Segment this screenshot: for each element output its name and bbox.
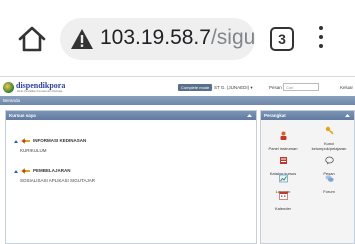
message-icon bbox=[324, 156, 334, 165]
calendar-icon bbox=[278, 191, 288, 200]
expand-triangle-icon[interactable] bbox=[14, 169, 18, 173]
complete-mode-button[interactable]: Complete mode bbox=[178, 84, 213, 91]
course-link-sosialisasi[interactable]: SOSIALISASI APLIKASI SIGUTAJAR bbox=[20, 177, 95, 184]
breadcrumb-home[interactable]: Beranda bbox=[3, 97, 20, 104]
collapse-block-icon[interactable] bbox=[246, 112, 253, 119]
tab-count: 3 bbox=[278, 31, 286, 47]
forum-icon bbox=[325, 175, 334, 182]
tool-label[interactable]: Kunci kelompok/pelajaran bbox=[309, 141, 349, 151]
category-informasi-kedinasan[interactable]: INFORMASI KEDINASAN bbox=[14, 137, 86, 145]
tool-forum[interactable]: Forum bbox=[309, 171, 349, 194]
category-icon bbox=[21, 138, 30, 144]
course-link-kurikulum[interactable]: KURIKULUM bbox=[20, 147, 47, 154]
my-courses-header: Kursus saya bbox=[6, 111, 256, 120]
user-menu[interactable]: ST G. (JUNAEDI) ▾ bbox=[214, 84, 253, 91]
search-input[interactable]: Cari bbox=[283, 83, 319, 91]
collapse-block-icon[interactable] bbox=[344, 112, 351, 119]
navigation-bar: Beranda bbox=[0, 96, 355, 105]
site-logo-subtitle: Dinas Pendidikan Pemuda dan Olahraga bbox=[17, 90, 63, 93]
category-pembelajaran[interactable]: PEMBELAJARAN bbox=[14, 167, 71, 175]
tab-switcher-button[interactable]: 3 bbox=[270, 27, 294, 51]
search-placeholder: Cari bbox=[286, 85, 294, 90]
category-label[interactable]: PEMBELAJARAN bbox=[33, 167, 71, 175]
tools-header: Perangkat bbox=[261, 111, 354, 120]
more-options-icon[interactable] bbox=[316, 26, 326, 52]
not-secure-warning-icon[interactable] bbox=[70, 28, 94, 50]
tool-label[interactable]: Panel instruman bbox=[263, 146, 303, 151]
site-logo[interactable]: dispendikpora bbox=[16, 81, 65, 90]
expand-triangle-icon[interactable] bbox=[14, 139, 18, 143]
url-path: /sigutaj bbox=[210, 26, 255, 49]
url-host: 103.19.58.7 bbox=[100, 26, 211, 49]
my-courses-title: Kursus saya bbox=[9, 113, 36, 118]
tool-label[interactable]: Forum bbox=[309, 189, 349, 194]
key-icon bbox=[325, 126, 333, 135]
logout-link[interactable]: Keluar bbox=[340, 84, 353, 91]
my-courses-block: Kursus saya INFORMASI KEDINASAN KURIKULU… bbox=[5, 110, 257, 244]
address-bar[interactable]: 103.19.58.7/sigutaj bbox=[60, 18, 255, 60]
tool-instrument-panel[interactable]: Panel instruman bbox=[263, 128, 303, 151]
tools-block: Perangkat Panel instruman Kunci kelompok… bbox=[260, 110, 355, 244]
tool-label[interactable]: Kalender bbox=[263, 206, 303, 211]
category-label[interactable]: INFORMASI KEDINASAN bbox=[33, 137, 86, 145]
report-icon bbox=[278, 174, 288, 183]
url-text: 103.19.58.7/sigutaj bbox=[100, 26, 255, 50]
tool-calendar[interactable]: Kalender bbox=[263, 188, 303, 211]
tool-key[interactable]: Kunci kelompok/pelajaran bbox=[309, 123, 349, 151]
web-page: dispendikpora Dinas Pendidikan Pemuda da… bbox=[0, 80, 355, 244]
category-icon bbox=[21, 168, 30, 174]
site-header: dispendikpora Dinas Pendidikan Pemuda da… bbox=[0, 80, 355, 96]
catalog-icon bbox=[279, 157, 287, 164]
home-icon[interactable] bbox=[17, 24, 47, 54]
instrument-panel-icon bbox=[280, 131, 286, 140]
logo-emblem-icon[interactable] bbox=[3, 82, 14, 93]
browser-toolbar: 103.19.58.7/sigutaj 3 bbox=[0, 0, 355, 77]
tools-title: Perangkat bbox=[264, 113, 286, 118]
